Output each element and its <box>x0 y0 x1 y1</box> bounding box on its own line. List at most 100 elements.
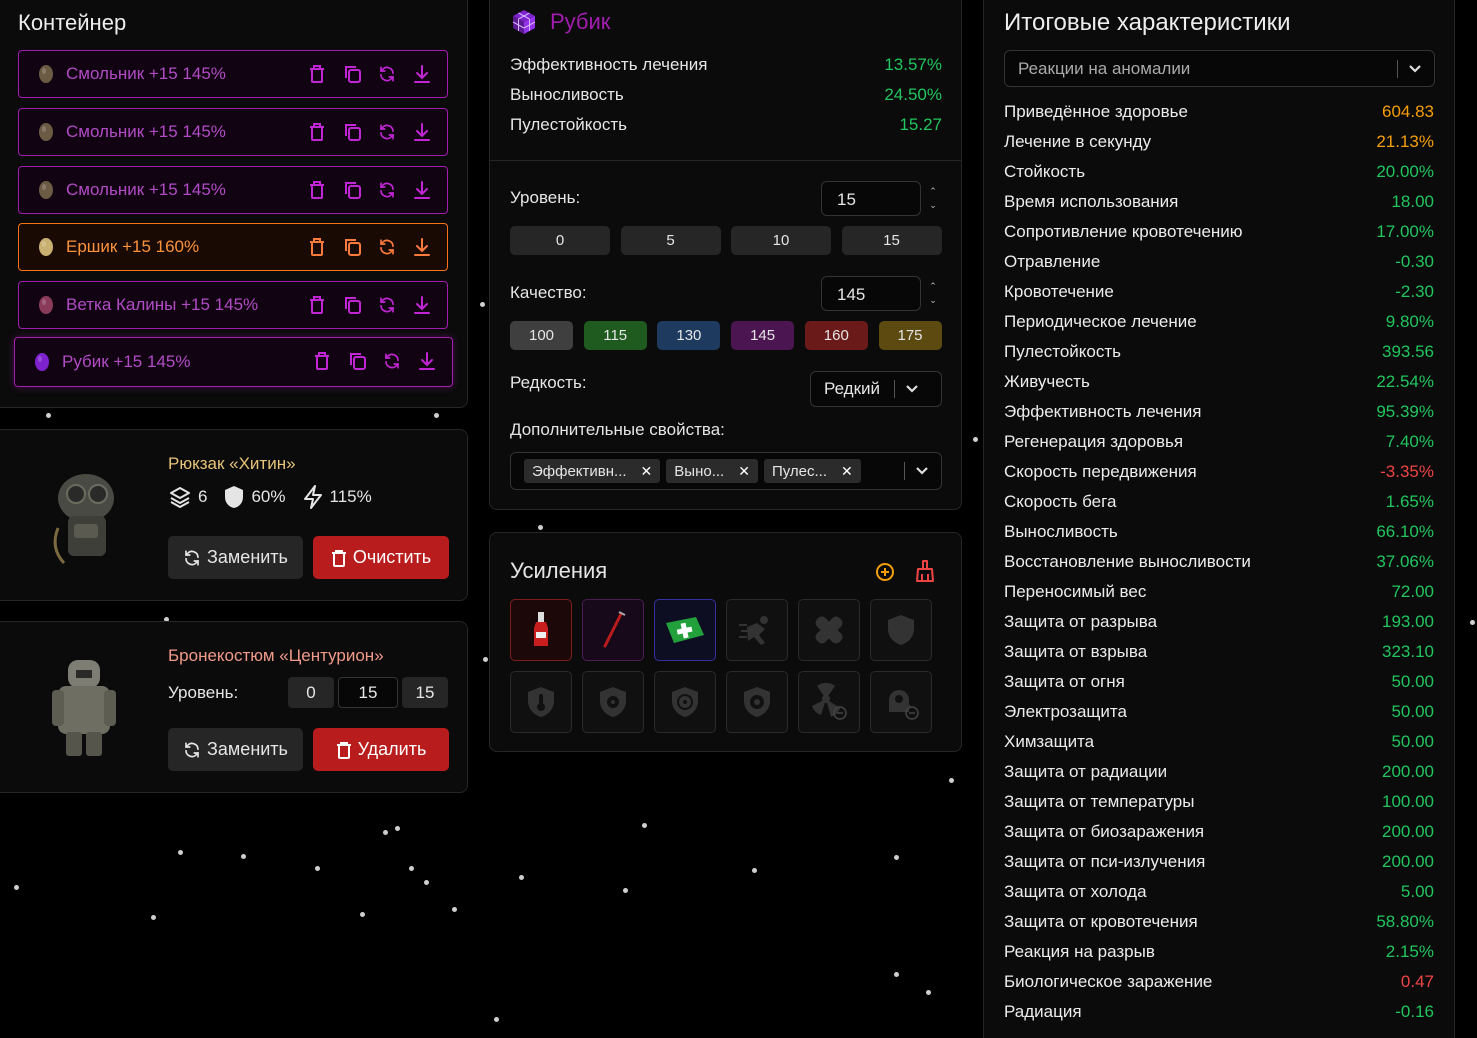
rarity-select[interactable]: Редкий <box>810 371 942 407</box>
quality-preset-button[interactable]: 175 <box>878 321 942 350</box>
chevron-down-icon <box>906 385 918 393</box>
stat-row: Защита от огня 50.00 <box>1004 672 1434 692</box>
copy-icon[interactable] <box>348 351 366 371</box>
boost-slot[interactable] <box>726 599 788 661</box>
stat-name: Защита от биозаражения <box>1004 822 1205 841</box>
download-icon[interactable] <box>413 237 431 257</box>
refresh-icon[interactable] <box>378 237 396 257</box>
broom-icon[interactable] <box>915 560 935 582</box>
copy-icon[interactable] <box>343 122 361 142</box>
boost-slot[interactable] <box>654 599 716 661</box>
thermo-shield-icon <box>524 685 558 719</box>
quality-preset-button[interactable]: 145 <box>731 321 795 350</box>
stat-row: Защита от радиации 200.00 <box>1004 762 1434 782</box>
stat-row: Эффективность лечения 95.39% <box>1004 402 1434 422</box>
artifact-row[interactable]: Ершик +15 160% <box>18 223 448 271</box>
extra-props-select[interactable]: Эффективн... ✕ Выно... ✕ Пулес... ✕ <box>510 452 942 490</box>
level-spinner[interactable]: ⌃ ⌄ <box>927 184 939 214</box>
level-preset-button[interactable]: 15 <box>841 226 942 255</box>
boost-slot[interactable] <box>510 599 572 661</box>
refresh-icon[interactable] <box>378 64 396 84</box>
boost-slot[interactable] <box>582 671 644 733</box>
copy-icon[interactable] <box>343 295 361 315</box>
quality-input[interactable]: 145 <box>821 276 921 311</box>
stat-value: 21.13% <box>1376 132 1434 151</box>
artifact-row[interactable]: Рубик +15 145% <box>14 337 453 387</box>
shield-icon <box>884 613 918 647</box>
armor-delete-button[interactable]: Удалить <box>313 728 449 771</box>
stat-value: 58.80% <box>1376 912 1434 931</box>
download-icon[interactable] <box>413 295 431 315</box>
boosts-title: Усиления <box>510 558 608 583</box>
trash-icon[interactable] <box>308 122 326 142</box>
level-preset-button[interactable]: 5 <box>620 226 721 255</box>
quality-preset-button[interactable]: 100 <box>510 321 573 350</box>
backpack-clear-button[interactable]: Очистить <box>313 536 449 579</box>
stat-name: Реакция на разрыв <box>1004 942 1155 961</box>
download-icon[interactable] <box>413 64 431 84</box>
lightning-icon <box>303 485 322 509</box>
level-preset-button[interactable]: 0 <box>510 226 610 255</box>
artifact-row[interactable]: Смольник +15 145% <box>18 108 448 156</box>
stat-name: Химзащита <box>1004 732 1095 751</box>
summary-filter-select[interactable]: Реакции на аномалии <box>1004 50 1435 87</box>
copy-icon[interactable] <box>343 64 361 84</box>
section-divider <box>490 160 961 161</box>
add-circle-icon[interactable] <box>874 561 896 583</box>
download-icon[interactable] <box>413 180 431 200</box>
quality-preset-button[interactable]: 115 <box>583 321 647 350</box>
stat-row: Переносимый вес 72.00 <box>1004 582 1434 602</box>
refresh-icon[interactable] <box>378 122 396 142</box>
stat-name: Защита от кровотечения <box>1004 912 1198 931</box>
boost-slot[interactable] <box>726 671 788 733</box>
stat-value: -2.30 <box>1395 282 1434 301</box>
trash-icon[interactable] <box>308 295 326 315</box>
boost-slot[interactable] <box>870 599 932 661</box>
refresh-icon[interactable] <box>383 351 401 371</box>
stat-name: Отравление <box>1004 252 1101 271</box>
artifact-prop-row: Пулестойкость 15.27 <box>510 115 942 134</box>
level-preset-button[interactable]: 10 <box>731 226 831 255</box>
stat-value: 604.83 <box>1382 102 1434 121</box>
psi-shield-icon <box>740 685 774 719</box>
boosts-panel: Усиления <box>489 532 962 752</box>
stat-row: Защита от разрыва 193.00 <box>1004 612 1434 632</box>
chip-remove-icon[interactable]: ✕ <box>841 463 853 480</box>
artifact-row[interactable]: Смольник +15 145% <box>18 50 448 98</box>
download-icon[interactable] <box>413 122 431 142</box>
boost-slot[interactable] <box>798 671 860 733</box>
stat-name: Пулестойкость <box>1004 342 1121 361</box>
stat-name: Защита от разрыва <box>1004 612 1158 631</box>
boost-slot[interactable] <box>654 671 716 733</box>
download-icon[interactable] <box>418 351 436 371</box>
stat-value: -3.35% <box>1380 462 1434 481</box>
boost-slot[interactable] <box>582 599 644 661</box>
trash-icon[interactable] <box>308 64 326 84</box>
armor-replace-button[interactable]: Заменить <box>168 728 303 771</box>
refresh-icon[interactable] <box>378 180 396 200</box>
boost-slot[interactable] <box>510 671 572 733</box>
trash-icon[interactable] <box>308 237 326 257</box>
boost-slot[interactable] <box>798 599 860 661</box>
artifact-row[interactable]: Смольник +15 145% <box>18 166 448 214</box>
quality-spinner[interactable]: ⌃ ⌄ <box>927 279 939 309</box>
chip-remove-icon[interactable]: ✕ <box>641 463 653 480</box>
quality-preset-button[interactable]: 160 <box>804 321 868 350</box>
viburnum-branch-icon <box>39 296 53 314</box>
quality-preset-button[interactable]: 130 <box>657 321 721 350</box>
artifact-row[interactable]: Ветка Калины +15 145% <box>18 281 448 329</box>
backpack-replace-button[interactable]: Заменить <box>168 536 303 579</box>
trash-icon[interactable] <box>313 351 331 371</box>
backpack-image <box>38 458 128 568</box>
level-input[interactable]: 15 <box>821 181 921 216</box>
chip-remove-icon[interactable]: ✕ <box>738 463 750 480</box>
boost-slot[interactable] <box>870 671 932 733</box>
trash-icon[interactable] <box>308 180 326 200</box>
refresh-icon[interactable] <box>378 295 396 315</box>
artifact-label: Смольник +15 145% <box>66 122 226 141</box>
bandage-icon <box>811 612 847 648</box>
armor-level-input[interactable]: 15 <box>338 677 398 708</box>
copy-icon[interactable] <box>343 237 361 257</box>
copy-icon[interactable] <box>343 180 361 200</box>
stat-row: Отравление -0.30 <box>1004 252 1434 272</box>
